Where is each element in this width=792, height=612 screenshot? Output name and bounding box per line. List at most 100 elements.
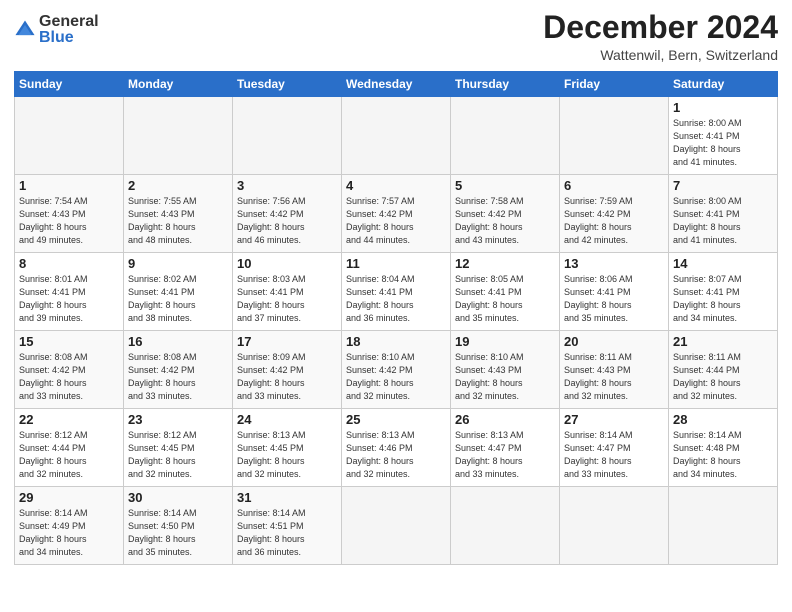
day-info: Sunrise: 7:57 AMSunset: 4:42 PMDaylight:…: [346, 195, 446, 247]
day-number: 18: [346, 334, 446, 349]
calendar-cell: 16 Sunrise: 8:08 AMSunset: 4:42 PMDayligh…: [124, 331, 233, 409]
day-number: 23: [128, 412, 228, 427]
calendar-cell: 1 Sunrise: 7:54 AMSunset: 4:43 PMDaylight…: [15, 175, 124, 253]
page-container: General Blue December 2024 Wattenwil, Be…: [0, 0, 792, 575]
weekday-header-saturday: Saturday: [669, 72, 778, 97]
calendar-cell: 30Sunrise: 8:14 AMSunset: 4:50 PMDayligh…: [124, 487, 233, 565]
calendar-cell: [342, 97, 451, 175]
day-number: 3: [237, 178, 337, 193]
day-number: 17: [237, 334, 337, 349]
day-info: Sunrise: 8:14 AMSunset: 4:50 PMDaylight:…: [128, 507, 228, 559]
day-info: Sunrise: 8:14 AMSunset: 4:47 PMDaylight:…: [564, 429, 664, 481]
day-info: Sunrise: 8:11 AMSunset: 4:43 PMDaylight:…: [564, 351, 664, 403]
day-info: Sunrise: 8:03 AMSunset: 4:41 PMDaylight:…: [237, 273, 337, 325]
day-info: Sunrise: 8:14 AMSunset: 4:49 PMDaylight:…: [19, 507, 119, 559]
weekday-header-thursday: Thursday: [451, 72, 560, 97]
calendar-cell: 27 Sunrise: 8:14 AMSunset: 4:47 PMDayligh…: [560, 409, 669, 487]
calendar-cell: 1 Sunrise: 8:00 AMSunset: 4:41 PMDaylight…: [669, 97, 778, 175]
logo-general: General: [39, 14, 99, 30]
logo: General Blue: [14, 14, 99, 46]
day-info: Sunrise: 7:59 AMSunset: 4:42 PMDaylight:…: [564, 195, 664, 247]
day-number: 13: [564, 256, 664, 271]
day-number: 24: [237, 412, 337, 427]
day-info: Sunrise: 8:10 AMSunset: 4:42 PMDaylight:…: [346, 351, 446, 403]
calendar-cell: 13 Sunrise: 8:06 AMSunset: 4:41 PMDayligh…: [560, 253, 669, 331]
calendar-cell: [342, 487, 451, 565]
weekday-header-row: SundayMondayTuesdayWednesdayThursdayFrid…: [15, 72, 778, 97]
day-number: 25: [346, 412, 446, 427]
calendar-cell: 10Sunrise: 8:03 AMSunset: 4:41 PMDayligh…: [233, 253, 342, 331]
calendar-cell: 9 Sunrise: 8:02 AMSunset: 4:41 PMDaylight…: [124, 253, 233, 331]
day-number: 22: [19, 412, 119, 427]
day-number: 5: [455, 178, 555, 193]
calendar-cell: 19Sunrise: 8:10 AMSunset: 4:43 PMDayligh…: [451, 331, 560, 409]
day-info: Sunrise: 8:08 AMSunset: 4:42 PMDaylight:…: [19, 351, 119, 403]
title-area: December 2024 Wattenwil, Bern, Switzerla…: [543, 10, 778, 63]
day-number: 28: [673, 412, 773, 427]
day-info: Sunrise: 8:02 AMSunset: 4:41 PMDaylight:…: [128, 273, 228, 325]
calendar-cell: 17 Sunrise: 8:09 AMSunset: 4:42 PMDayligh…: [233, 331, 342, 409]
day-info: Sunrise: 7:58 AMSunset: 4:42 PMDaylight:…: [455, 195, 555, 247]
day-info: Sunrise: 8:04 AMSunset: 4:41 PMDaylight:…: [346, 273, 446, 325]
day-info: Sunrise: 8:01 AMSunset: 4:41 PMDaylight:…: [19, 273, 119, 325]
day-number: 1: [673, 100, 773, 115]
day-number: 19: [455, 334, 555, 349]
day-info: Sunrise: 7:54 AMSunset: 4:43 PMDaylight:…: [19, 195, 119, 247]
day-number: 29: [19, 490, 119, 505]
calendar-cell: 12Sunrise: 8:05 AMSunset: 4:41 PMDayligh…: [451, 253, 560, 331]
day-number: 11: [346, 256, 446, 271]
day-info: Sunrise: 8:11 AMSunset: 4:44 PMDaylight:…: [673, 351, 773, 403]
calendar-cell: [451, 97, 560, 175]
calendar-cell: 22Sunrise: 8:12 AMSunset: 4:44 PMDayligh…: [15, 409, 124, 487]
day-number: 15: [19, 334, 119, 349]
day-info: Sunrise: 8:14 AMSunset: 4:51 PMDaylight:…: [237, 507, 337, 559]
calendar-cell: [669, 487, 778, 565]
day-info: Sunrise: 8:06 AMSunset: 4:41 PMDaylight:…: [564, 273, 664, 325]
logo-text: General Blue: [39, 14, 99, 46]
day-number: 20: [564, 334, 664, 349]
day-number: 27: [564, 412, 664, 427]
calendar-cell: 23Sunrise: 8:12 AMSunset: 4:45 PMDayligh…: [124, 409, 233, 487]
weekday-header-sunday: Sunday: [15, 72, 124, 97]
day-info: Sunrise: 7:56 AMSunset: 4:42 PMDaylight:…: [237, 195, 337, 247]
calendar-cell: 31Sunrise: 8:14 AMSunset: 4:51 PMDayligh…: [233, 487, 342, 565]
day-number: 16: [128, 334, 228, 349]
calendar-cell: 7Sunrise: 8:00 AMSunset: 4:41 PMDaylight…: [669, 175, 778, 253]
day-info: Sunrise: 8:00 AMSunset: 4:41 PMDaylight:…: [673, 117, 773, 169]
logo-icon: [14, 19, 36, 41]
calendar-cell: 11 Sunrise: 8:04 AMSunset: 4:41 PMDayligh…: [342, 253, 451, 331]
day-info: Sunrise: 8:14 AMSunset: 4:48 PMDaylight:…: [673, 429, 773, 481]
day-info: Sunrise: 8:13 AMSunset: 4:47 PMDaylight:…: [455, 429, 555, 481]
calendar-cell: [233, 97, 342, 175]
day-info: Sunrise: 8:05 AMSunset: 4:41 PMDaylight:…: [455, 273, 555, 325]
calendar-cell: 25Sunrise: 8:13 AMSunset: 4:46 PMDayligh…: [342, 409, 451, 487]
day-info: Sunrise: 8:07 AMSunset: 4:41 PMDaylight:…: [673, 273, 773, 325]
calendar-cell: [560, 97, 669, 175]
day-info: Sunrise: 7:55 AMSunset: 4:43 PMDaylight:…: [128, 195, 228, 247]
day-number: 4: [346, 178, 446, 193]
day-info: Sunrise: 8:08 AMSunset: 4:42 PMDaylight:…: [128, 351, 228, 403]
calendar-cell: 3 Sunrise: 7:56 AMSunset: 4:42 PMDaylight…: [233, 175, 342, 253]
calendar-table: SundayMondayTuesdayWednesdayThursdayFrid…: [14, 71, 778, 565]
day-number: 1: [19, 178, 119, 193]
calendar-week-row: 8 Sunrise: 8:01 AMSunset: 4:41 PMDaylight…: [15, 253, 778, 331]
calendar-cell: 26Sunrise: 8:13 AMSunset: 4:47 PMDayligh…: [451, 409, 560, 487]
day-info: Sunrise: 8:13 AMSunset: 4:45 PMDaylight:…: [237, 429, 337, 481]
month-title: December 2024: [543, 10, 778, 45]
location: Wattenwil, Bern, Switzerland: [543, 47, 778, 63]
calendar-cell: 15 Sunrise: 8:08 AMSunset: 4:42 PMDayligh…: [15, 331, 124, 409]
calendar-cell: [15, 97, 124, 175]
weekday-header-friday: Friday: [560, 72, 669, 97]
weekday-header-tuesday: Tuesday: [233, 72, 342, 97]
calendar-cell: 5 Sunrise: 7:58 AMSunset: 4:42 PMDaylight…: [451, 175, 560, 253]
calendar-week-row: 1 Sunrise: 8:00 AMSunset: 4:41 PMDaylight…: [15, 97, 778, 175]
calendar-cell: 20 Sunrise: 8:11 AMSunset: 4:43 PMDayligh…: [560, 331, 669, 409]
day-number: 21: [673, 334, 773, 349]
calendar-cell: [451, 487, 560, 565]
calendar-cell: 14Sunrise: 8:07 AMSunset: 4:41 PMDayligh…: [669, 253, 778, 331]
calendar-cell: 28 Sunrise: 8:14 AMSunset: 4:48 PMDayligh…: [669, 409, 778, 487]
day-number: 9: [128, 256, 228, 271]
day-info: Sunrise: 8:09 AMSunset: 4:42 PMDaylight:…: [237, 351, 337, 403]
calendar-week-row: 1 Sunrise: 7:54 AMSunset: 4:43 PMDaylight…: [15, 175, 778, 253]
day-number: 8: [19, 256, 119, 271]
